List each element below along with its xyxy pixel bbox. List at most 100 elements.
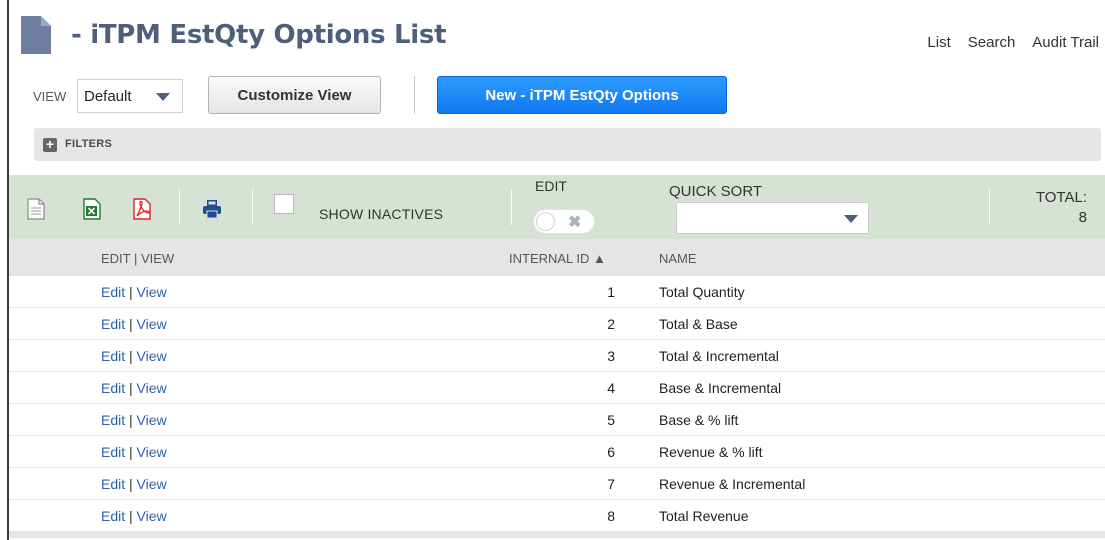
list-controls-bar: SHOW INACTIVES EDIT ✖ QUICK SORT TOTAL: … <box>9 175 1105 239</box>
internal-id-cell: 4 <box>607 380 615 396</box>
new-record-button[interactable]: New - iTPM EstQty Options <box>437 76 727 114</box>
name-cell: Total & Base <box>659 316 738 332</box>
toolbar-divider <box>511 189 512 225</box>
edit-link[interactable]: Edit <box>101 508 125 524</box>
column-header-internal-id[interactable]: INTERNAL ID ▲ <box>509 251 606 266</box>
edit-link[interactable]: Edit <box>101 380 125 396</box>
internal-id-cell: 3 <box>607 348 615 364</box>
table-row: Edit | View 4 Base & Incremental <box>9 372 1105 404</box>
edit-view-cell: Edit | View <box>101 348 167 364</box>
edit-link[interactable]: Edit <box>101 284 125 300</box>
view-link[interactable]: View <box>137 412 167 428</box>
toolbar-divider <box>252 189 253 225</box>
column-header-name[interactable]: NAME <box>659 251 697 266</box>
internal-id-cell: 6 <box>607 444 615 460</box>
edit-link[interactable]: Edit <box>101 412 125 428</box>
edit-view-cell: Edit | View <box>101 412 167 428</box>
view-link[interactable]: View <box>137 284 167 300</box>
name-cell: Total Quantity <box>659 284 745 300</box>
column-header-edit-view: EDIT | VIEW <box>101 251 175 266</box>
internal-id-cell: 8 <box>607 508 615 524</box>
table-row: Edit | View 5 Base & % lift <box>9 404 1105 436</box>
chevron-down-icon <box>156 93 170 101</box>
quick-sort-select[interactable] <box>676 202 869 234</box>
print-icon[interactable] <box>201 198 223 220</box>
link-separator: | <box>125 380 137 396</box>
edit-view-cell: Edit | View <box>101 316 167 332</box>
audit-trail-link[interactable]: Audit Trail <box>1032 34 1099 51</box>
toggle-knob <box>536 212 555 231</box>
customize-view-button[interactable]: Customize View <box>208 76 381 114</box>
show-inactives-checkbox[interactable] <box>274 194 294 214</box>
page-frame: - iTPM EstQty Options List List Search Aud… <box>7 0 1105 540</box>
link-separator: | <box>125 412 137 428</box>
table-row: Edit | View 2 Total & Base <box>9 308 1105 340</box>
view-link[interactable]: View <box>137 380 167 396</box>
link-separator: | <box>125 508 137 524</box>
header-links: List Search Audit Trail <box>910 34 1099 51</box>
view-link[interactable]: View <box>137 444 167 460</box>
view-link[interactable]: View <box>137 508 167 524</box>
table-footer <box>9 532 1105 538</box>
internal-id-cell: 1 <box>607 284 615 300</box>
name-cell: Base & Incremental <box>659 380 782 396</box>
total-label: TOTAL: <box>1035 189 1087 206</box>
table-header: EDIT | VIEW INTERNAL ID ▲ NAME <box>9 239 1105 276</box>
toolbar-divider <box>989 189 990 225</box>
view-link[interactable]: View <box>137 348 167 364</box>
view-select[interactable]: Default <box>77 79 183 113</box>
link-separator: | <box>125 348 137 364</box>
csv-export-icon[interactable] <box>27 198 45 220</box>
internal-id-cell: 5 <box>607 412 615 428</box>
link-separator: | <box>125 284 137 300</box>
link-separator: | <box>125 444 137 460</box>
page-header: - iTPM EstQty Options List List Search Aud… <box>9 0 1105 60</box>
table-row: Edit | View 8 Total Revenue <box>9 500 1105 532</box>
edit-link[interactable]: Edit <box>101 476 125 492</box>
filters-bar[interactable]: + FILTERS <box>34 128 1101 161</box>
toolbar-divider <box>414 76 415 114</box>
name-cell: Base & % lift <box>659 412 739 428</box>
table-row: Edit | View 6 Revenue & % lift <box>9 436 1105 468</box>
view-link[interactable]: View <box>137 476 167 492</box>
link-separator: | <box>125 316 137 332</box>
excel-export-icon[interactable] <box>83 198 101 220</box>
internal-id-cell: 7 <box>607 476 615 492</box>
search-link[interactable]: Search <box>968 34 1016 51</box>
total-count: 8 <box>1078 209 1087 226</box>
edit-link[interactable]: Edit <box>101 316 125 332</box>
filters-expand-icon[interactable]: + <box>43 137 57 152</box>
table-row: Edit | View 7 Revenue & Incremental <box>9 468 1105 500</box>
edit-view-cell: Edit | View <box>101 444 167 460</box>
show-inactives-label: SHOW INACTIVES <box>319 206 444 222</box>
edit-link[interactable]: Edit <box>101 348 125 364</box>
view-select-value: Default <box>84 88 132 105</box>
document-icon <box>21 16 51 54</box>
filters-label: FILTERS <box>65 138 113 150</box>
edit-view-cell: Edit | View <box>101 508 167 524</box>
edit-toggle[interactable]: ✖ <box>533 209 595 234</box>
table-row: Edit | View 3 Total & Incremental <box>9 340 1105 372</box>
table-row: Edit | View 1 Total Quantity <box>9 276 1105 308</box>
records-table: EDIT | VIEW INTERNAL ID ▲ NAME Edit | Vi… <box>9 239 1105 538</box>
pdf-export-icon[interactable] <box>133 198 151 220</box>
edit-link[interactable]: Edit <box>101 444 125 460</box>
edit-view-cell: Edit | View <box>101 284 167 300</box>
view-link[interactable]: View <box>137 316 167 332</box>
internal-id-cell: 2 <box>607 316 615 332</box>
name-cell: Revenue & Incremental <box>659 476 806 492</box>
page-title: - iTPM EstQty Options List <box>71 20 447 50</box>
name-cell: Revenue & % lift <box>659 444 763 460</box>
view-label: VIEW <box>33 89 67 104</box>
edit-toggle-label: EDIT <box>535 178 567 194</box>
close-icon: ✖ <box>568 214 582 231</box>
link-separator: | <box>125 476 137 492</box>
table-body: Edit | View 1 Total Quantity Edit | View 2 To… <box>9 276 1105 532</box>
name-cell: Total Revenue <box>659 508 749 524</box>
list-link[interactable]: List <box>927 34 950 51</box>
name-cell: Total & Incremental <box>659 348 779 364</box>
quick-sort-label: QUICK SORT <box>669 183 763 200</box>
edit-view-cell: Edit | View <box>101 476 167 492</box>
edit-view-cell: Edit | View <box>101 380 167 396</box>
chevron-down-icon <box>844 215 858 223</box>
